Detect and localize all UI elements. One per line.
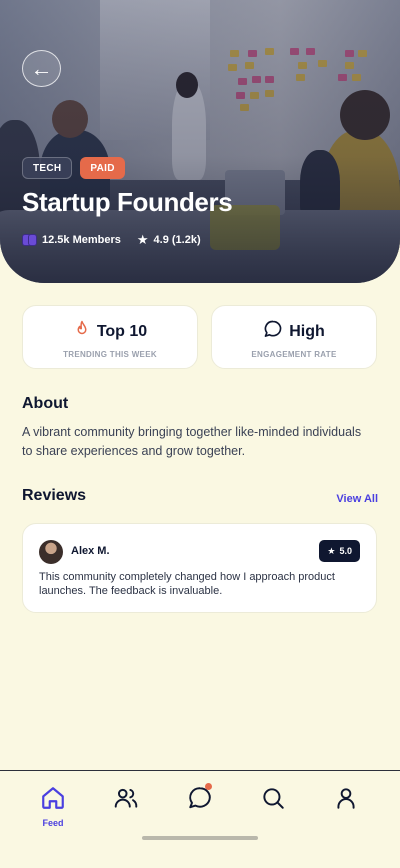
notification-dot (205, 783, 212, 790)
back-button[interactable]: ← (22, 50, 61, 87)
reviewer-name: Alex M. (71, 545, 110, 557)
star-icon: ★ (136, 232, 149, 247)
member-count: 12.5k Members (42, 234, 121, 246)
arrow-left-icon: ← (30, 55, 53, 81)
home-icon (40, 787, 66, 815)
bottom-nav: Feed (0, 770, 400, 868)
stat-label: ENGAGEMENT RATE (251, 350, 337, 359)
nav-item-profile[interactable] (326, 785, 366, 816)
community-title: Startup Founders (22, 187, 233, 217)
nav-item-messages[interactable] (180, 783, 220, 816)
profile-icon (333, 788, 359, 815)
nav-item-search[interactable] (253, 785, 293, 816)
nav-item-community[interactable] (106, 785, 146, 816)
flame-icon (73, 319, 91, 344)
reviews-heading: Reviews (22, 487, 87, 504)
view-all-link[interactable]: View All (336, 493, 378, 505)
avatar (39, 540, 63, 564)
star-icon: ★ (327, 545, 336, 556)
tag-tech: TECH (22, 157, 73, 179)
chat-bubble-icon (263, 319, 283, 344)
stat-value: High (289, 322, 325, 340)
community-rating: 4.9 (1.2k) (153, 234, 201, 246)
review-card[interactable]: Alex M. ★ 5.0 This community completely … (22, 523, 377, 613)
about-heading: About (22, 395, 69, 412)
home-indicator (142, 836, 258, 840)
members-icon (22, 234, 37, 246)
chat-icon (187, 787, 213, 815)
stat-value: Top 10 (96, 322, 148, 340)
about-text: A vibrant community bringing together li… (22, 425, 362, 458)
rating-badge: ★ 5.0 (319, 540, 360, 562)
stat-card-trending: Top 10 TRENDING THIS WEEK (22, 305, 198, 369)
users-icon (113, 788, 139, 815)
review-text: This community completely changed how I … (39, 571, 335, 597)
tag-list: TECH PAID (22, 157, 125, 179)
nav-label-feed: Feed (42, 818, 64, 828)
nav-item-feed[interactable]: Feed (33, 785, 73, 828)
search-icon (260, 788, 286, 815)
stat-label: TRENDING THIS WEEK (63, 350, 157, 359)
rating-value: 5.0 (339, 546, 352, 556)
community-meta: 12.5k Members ★ 4.9 (1.2k) (22, 232, 201, 248)
stat-card-engagement: High ENGAGEMENT RATE (211, 305, 377, 369)
tag-paid: PAID (80, 157, 125, 179)
